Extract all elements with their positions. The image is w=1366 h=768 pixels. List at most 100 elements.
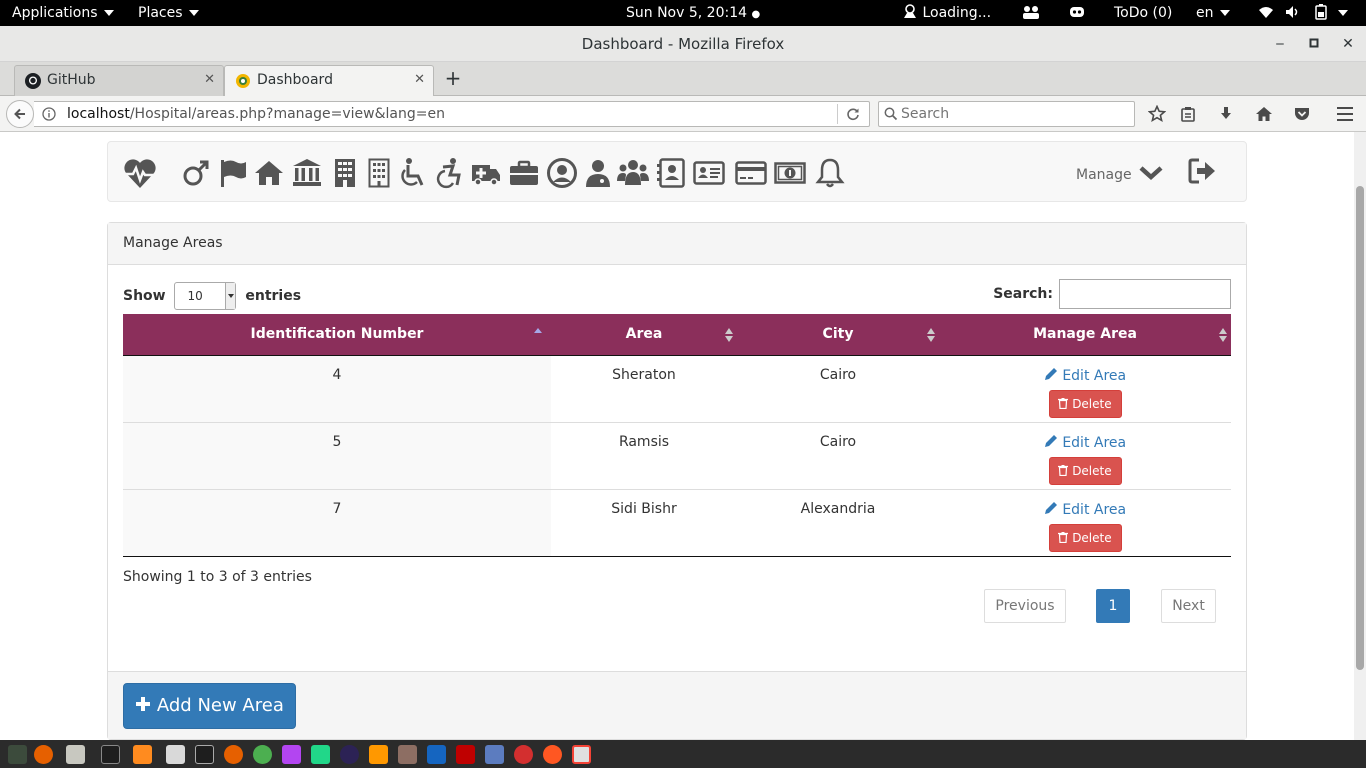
building-icon[interactable] xyxy=(329,157,361,189)
column-header-area[interactable]: Area xyxy=(551,314,737,356)
downloads-button[interactable] xyxy=(1214,102,1238,126)
table-search-input[interactable] xyxy=(1059,279,1231,309)
delete-button[interactable]: Delete xyxy=(1048,389,1122,418)
filezilla-icon[interactable] xyxy=(456,745,475,764)
pocket-button[interactable] xyxy=(1290,102,1314,126)
close-tab-icon[interactable]: ✕ xyxy=(204,72,215,87)
manage-dropdown[interactable]: Manage xyxy=(1076,164,1164,183)
close-tab-icon[interactable]: ✕ xyxy=(414,72,425,87)
institution-icon[interactable] xyxy=(291,157,323,189)
home-icon[interactable] xyxy=(253,157,285,189)
power-menu[interactable] xyxy=(1314,0,1349,26)
app-icon[interactable] xyxy=(398,745,417,764)
terminal-2-icon[interactable] xyxy=(195,745,214,764)
clock[interactable]: Sun Nov 5, 20:14 ● xyxy=(626,0,760,26)
wifi-indicator[interactable] xyxy=(1258,0,1274,26)
delete-button[interactable]: Delete xyxy=(1048,456,1122,485)
sort-both-icon xyxy=(927,328,935,342)
ambulance-icon[interactable] xyxy=(470,157,502,189)
volume-indicator[interactable] xyxy=(1285,0,1301,26)
caret-down-icon xyxy=(188,10,199,16)
vscode-icon[interactable] xyxy=(427,745,446,764)
web-search-box[interactable] xyxy=(878,101,1135,127)
lifebuoy-icon[interactable] xyxy=(514,745,533,764)
reading-list-button[interactable] xyxy=(1176,102,1200,126)
firefox-icon[interactable] xyxy=(34,745,53,764)
app-2-icon[interactable] xyxy=(543,745,562,764)
select-arrow-icon xyxy=(225,283,236,309)
bell-icon[interactable] xyxy=(814,157,846,189)
text-editor-icon[interactable] xyxy=(166,745,185,764)
edit-area-link[interactable]: Edit Area xyxy=(1044,434,1126,451)
back-button[interactable] xyxy=(6,100,34,128)
minimize-button[interactable]: ‒ xyxy=(1270,34,1290,54)
delete-button[interactable]: Delete xyxy=(1048,523,1122,552)
app-3-icon[interactable] xyxy=(572,745,591,764)
tab-dashboard[interactable]: Dashboard ✕ xyxy=(224,65,434,97)
male-icon[interactable] xyxy=(180,157,212,189)
web-search-input[interactable] xyxy=(901,105,1126,123)
contact-book-icon[interactable] xyxy=(656,157,688,189)
next-page-button[interactable]: Next xyxy=(1161,589,1216,623)
chat-icon[interactable] xyxy=(485,745,504,764)
reload-icon[interactable] xyxy=(846,107,860,121)
money-bill-icon[interactable] xyxy=(774,157,806,189)
id-card-icon[interactable] xyxy=(693,157,725,189)
wheelchair-icon[interactable] xyxy=(397,157,429,189)
sign-out-icon[interactable] xyxy=(1188,157,1216,185)
users-icon[interactable] xyxy=(617,157,649,189)
places-menu[interactable]: Places xyxy=(138,0,199,26)
eclipse-icon[interactable] xyxy=(340,745,359,764)
doctor-icon[interactable] xyxy=(582,157,614,189)
building-outline-icon[interactable] xyxy=(363,157,395,189)
add-new-area-button[interactable]: Add New Area xyxy=(123,683,296,729)
site-favicon-icon xyxy=(236,74,250,88)
show-desktop-icon[interactable] xyxy=(8,745,27,764)
tab-github[interactable]: GitHub ✕ xyxy=(14,65,224,96)
language-menu[interactable]: en xyxy=(1196,0,1230,26)
bookmark-star-button[interactable] xyxy=(1145,102,1169,126)
new-tab-button[interactable]: + xyxy=(442,66,464,90)
pycharm-icon[interactable] xyxy=(311,745,330,764)
entries-label: entries xyxy=(245,288,302,304)
phpstorm-icon[interactable] xyxy=(282,745,301,764)
column-header-manage[interactable]: Manage Area xyxy=(939,314,1231,356)
wheelchair-alt-icon[interactable] xyxy=(433,157,465,189)
file-manager-icon[interactable] xyxy=(66,745,85,764)
page-1-button[interactable]: 1 xyxy=(1096,589,1130,623)
cell-actions: Edit Area Delete xyxy=(939,421,1231,489)
url-bar[interactable]: localhost/Hospital/areas.php?manage=view… xyxy=(34,101,870,127)
sublime-2-icon[interactable] xyxy=(369,745,388,764)
maximize-button[interactable] xyxy=(1304,34,1324,54)
applications-menu[interactable]: Applications xyxy=(12,0,114,26)
search-icon xyxy=(884,107,898,121)
download-icon xyxy=(1221,107,1231,119)
volume-icon xyxy=(1286,6,1298,18)
cell-actions: Edit Area Delete xyxy=(939,355,1231,422)
loading-indicator[interactable]: Loading... xyxy=(902,0,991,26)
home-button[interactable] xyxy=(1252,102,1276,126)
people-indicator[interactable] xyxy=(1022,0,1040,26)
sublime-text-icon[interactable] xyxy=(133,745,152,764)
url-path: /Hospital/areas.php?manage=view&lang=en xyxy=(129,106,445,122)
robot-indicator[interactable] xyxy=(1068,0,1086,26)
close-window-button[interactable]: ✕ xyxy=(1338,34,1358,54)
briefcase-icon[interactable] xyxy=(508,157,540,189)
credit-card-icon[interactable] xyxy=(735,157,767,189)
page-length-select[interactable]: 10 xyxy=(174,282,237,310)
flag-icon[interactable] xyxy=(217,157,249,189)
edit-area-link[interactable]: Edit Area xyxy=(1044,501,1126,518)
firefox-2-icon[interactable] xyxy=(224,745,243,764)
column-header-id[interactable]: Identification Number xyxy=(123,314,551,356)
todo-indicator[interactable]: ToDo (0) xyxy=(1114,0,1172,26)
chrome-icon[interactable] xyxy=(253,745,272,764)
terminal-icon[interactable] xyxy=(101,745,120,764)
column-header-city[interactable]: City xyxy=(737,314,939,356)
user-circle-icon[interactable] xyxy=(546,157,578,189)
previous-page-button[interactable]: Previous xyxy=(984,589,1066,623)
edit-area-link[interactable]: Edit Area xyxy=(1044,367,1126,384)
info-icon[interactable] xyxy=(42,107,56,121)
hamburger-menu-button[interactable] xyxy=(1333,102,1357,126)
scrollbar-thumb[interactable] xyxy=(1356,186,1364,670)
heartbeat-icon[interactable] xyxy=(122,155,158,191)
